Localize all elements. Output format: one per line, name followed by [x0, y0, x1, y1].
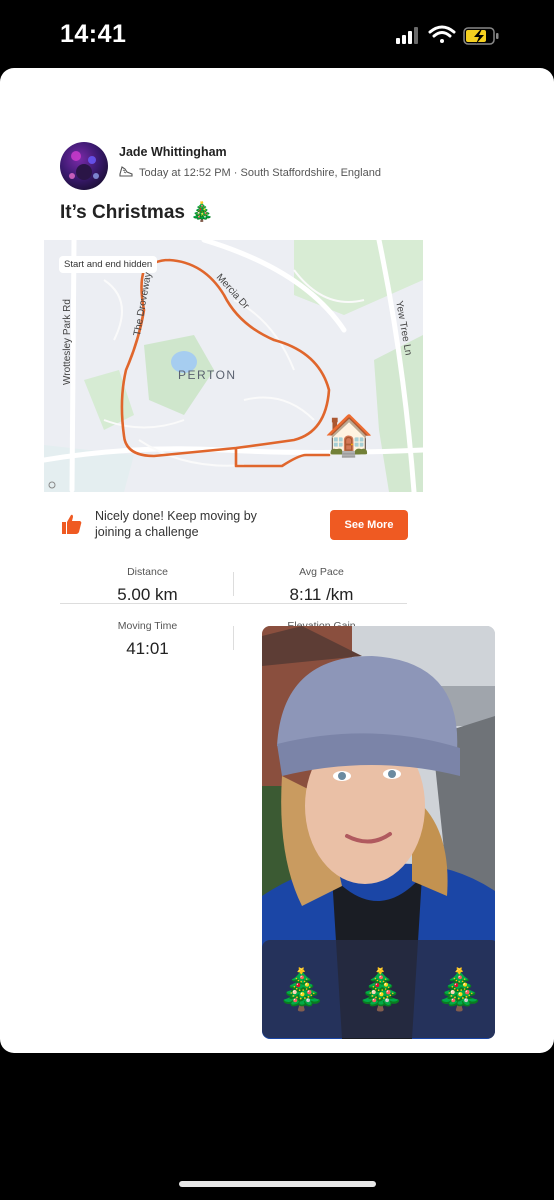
stat-moving-time-label: Moving Time — [117, 620, 178, 632]
see-more-button[interactable]: See More — [330, 510, 408, 540]
challenge-prompt: Nicely done! Keep moving by joining a ch… — [60, 502, 410, 546]
stat-moving-time-value: 41:01 — [126, 639, 169, 658]
selfie-photo[interactable]: 🎄 🎄 🎄 — [262, 626, 495, 1039]
route-map[interactable]: Start and end hidden PERTON Wrottesley P… — [44, 240, 423, 492]
battery-charging-icon — [463, 27, 499, 45]
stat-pace-label: Avg Pace — [299, 566, 344, 578]
stat-row-divider — [60, 603, 407, 604]
christmas-tree-icon: 🎄 — [434, 967, 485, 1012]
activity-title[interactable]: It’s Christmas 🎄 — [60, 200, 214, 224]
stat-distance-value: 5.00 km — [117, 585, 178, 604]
home-indicator[interactable] — [179, 1181, 376, 1187]
stat-distance-label: Distance — [127, 566, 168, 578]
stat-pace: Avg Pace 8:11 /km — [234, 566, 409, 605]
stat-distance: Distance 5.00 km — [60, 566, 235, 605]
thumbs-up-icon — [60, 512, 84, 541]
cellular-signal-icon — [396, 27, 418, 44]
shoe-icon — [119, 165, 133, 182]
activity-meta-text: Today at 12:52 PM · South Staffordshire,… — [139, 167, 381, 179]
activity-meta: Today at 12:52 PM · South Staffordshire,… — [119, 165, 381, 181]
avatar[interactable] — [60, 142, 108, 190]
stat-pace-value: 8:11 /km — [289, 585, 354, 604]
christmas-tree-icon: 🎄 — [355, 967, 406, 1012]
status-bar: 14:41 — [0, 0, 554, 68]
area-label: PERTON — [178, 368, 237, 382]
activity-card[interactable]: Jade Whittingham Today at 12:52 PM · Sou… — [44, 130, 423, 658]
christmas-tree-overlay: 🎄 🎄 🎄 — [262, 940, 495, 1038]
stat-moving-time: Moving Time 41:01 — [60, 620, 235, 658]
author-name[interactable]: Jade Whittingham — [119, 145, 227, 159]
status-icons — [396, 24, 516, 50]
house-marker-icon: 🏠 — [324, 414, 374, 458]
challenge-text: Nicely done! Keep moving by joining a ch… — [95, 509, 257, 539]
christmas-tree-icon: 🎄 — [276, 967, 327, 1012]
road-label-wrottesley: Wrottesley Park Rd — [62, 299, 73, 385]
status-time: 14:41 — [60, 20, 127, 48]
wifi-icon — [428, 25, 456, 43]
